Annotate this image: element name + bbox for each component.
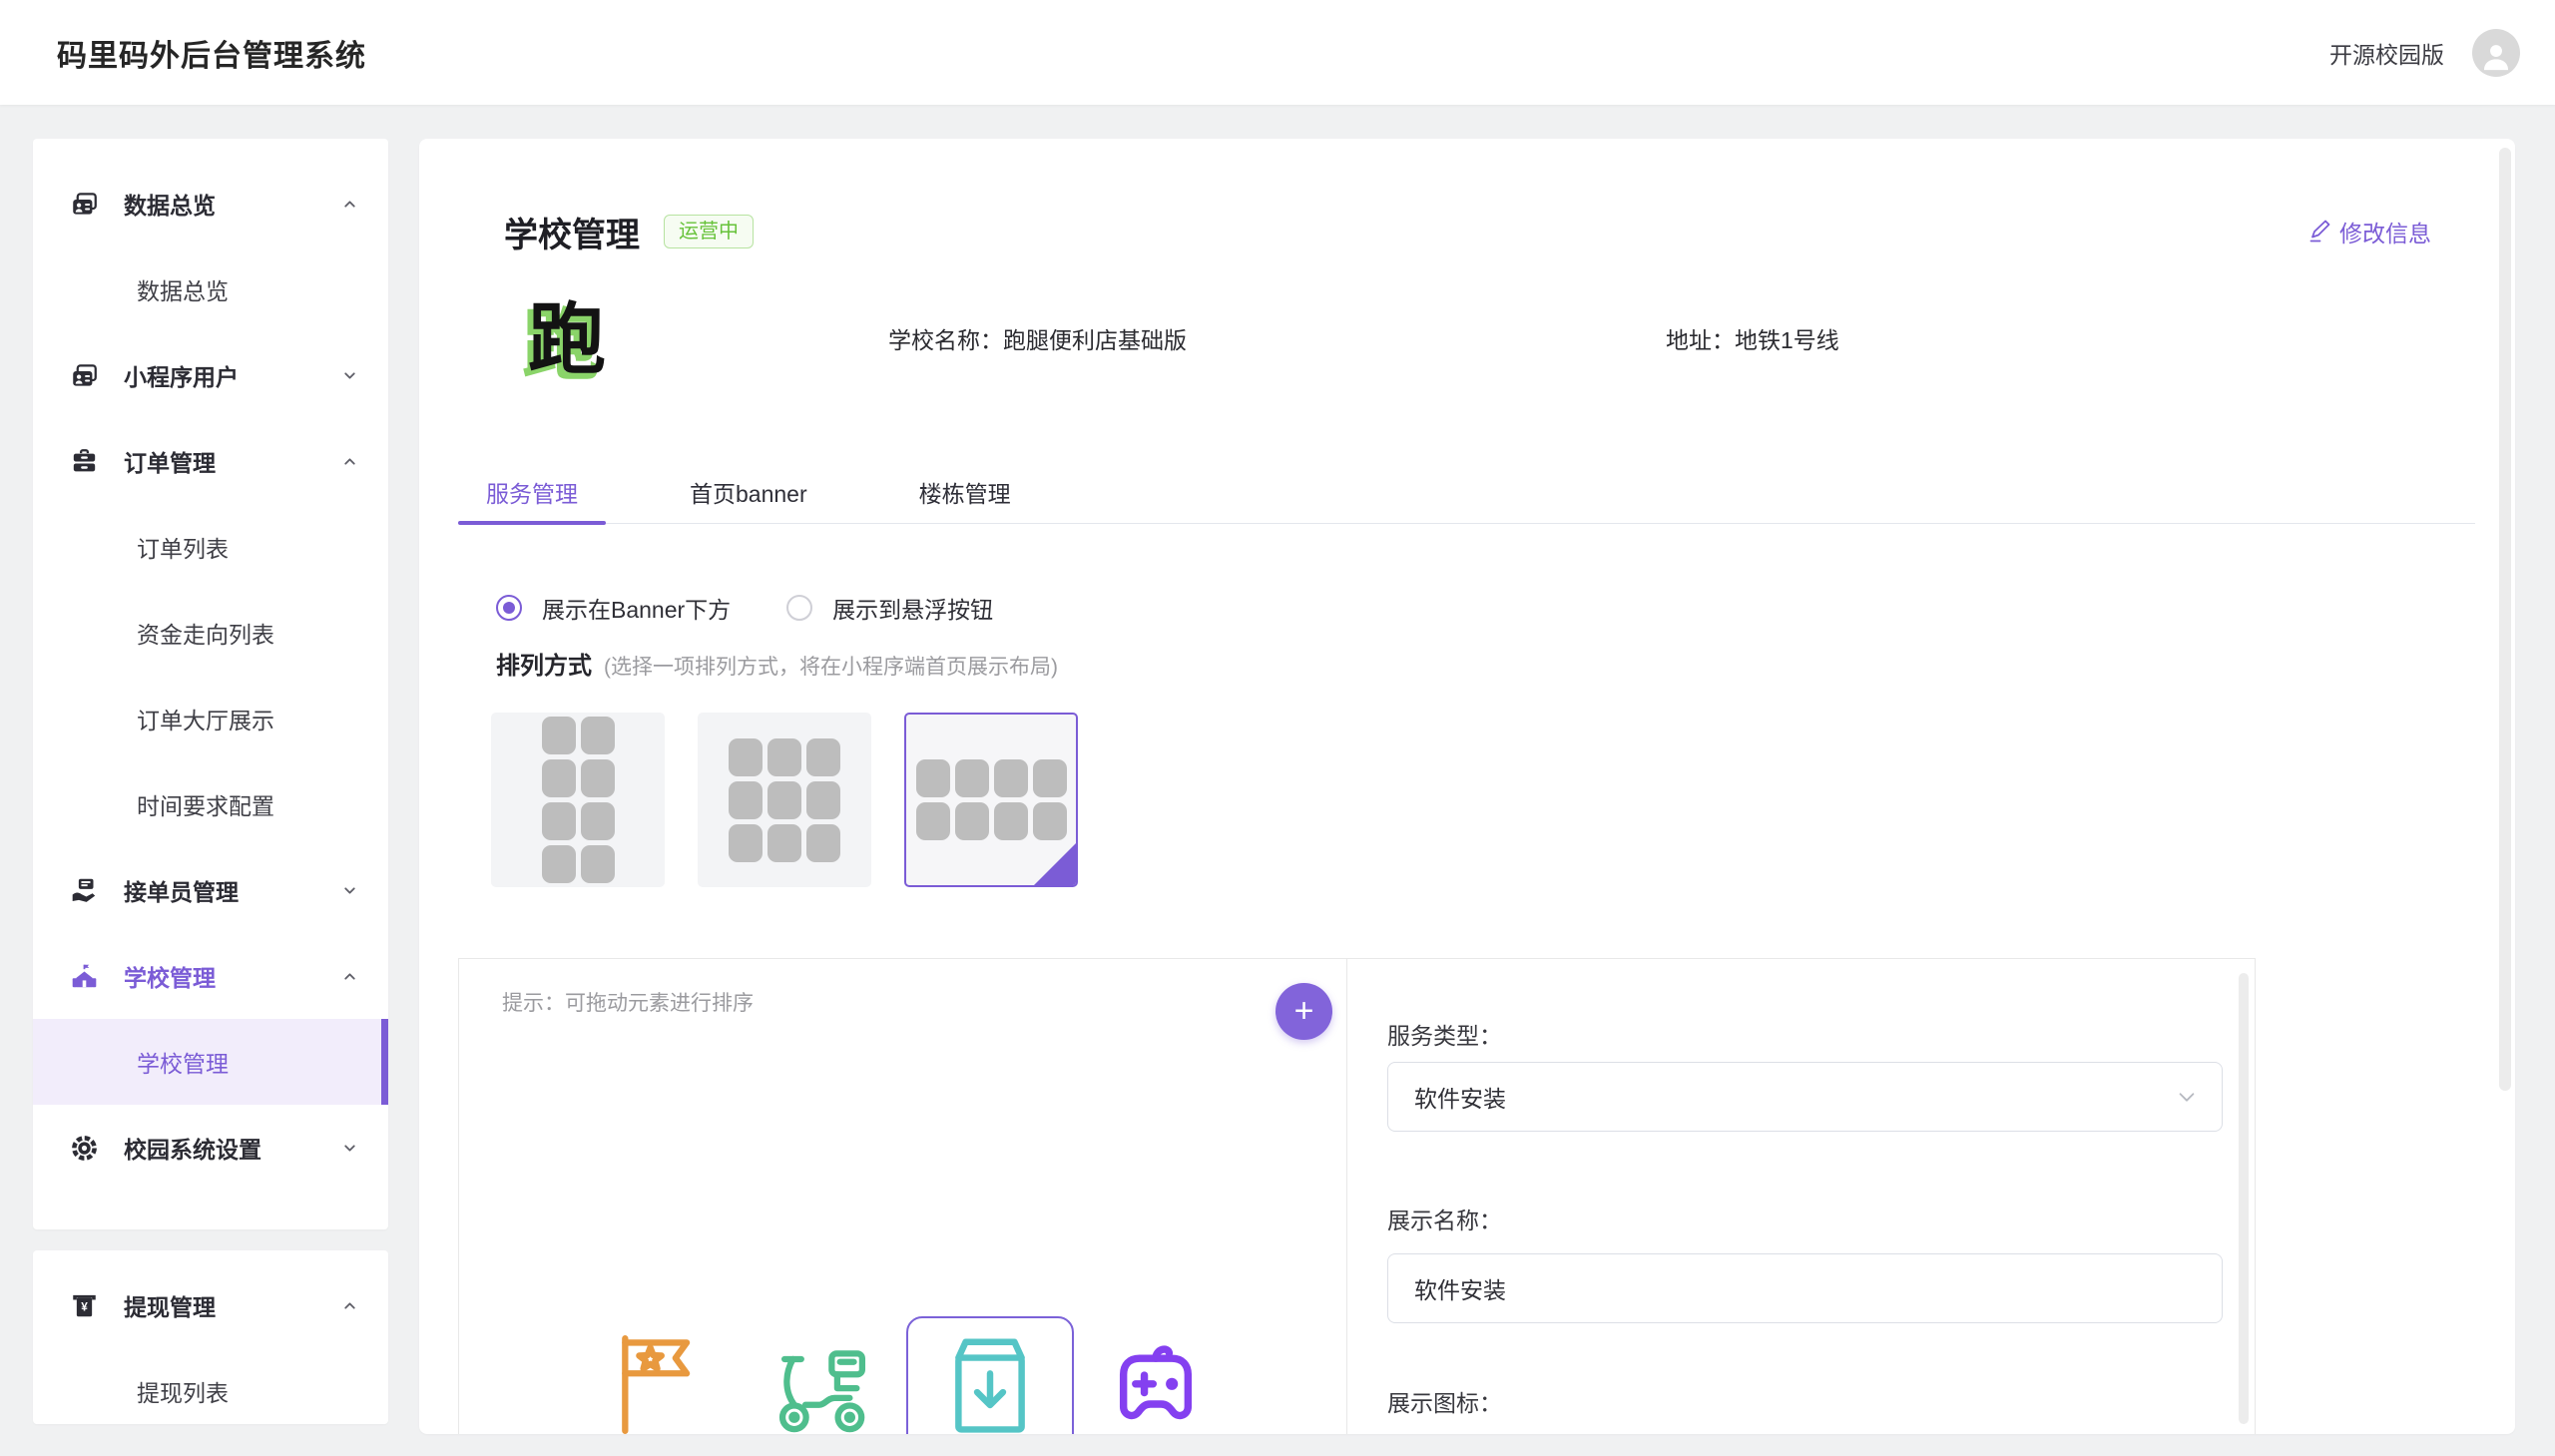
- sidebar-withdraw-card: ¥ 提现管理 提现列表: [33, 1250, 388, 1424]
- chevron-down-icon: [341, 1140, 358, 1157]
- sidebar-group-order-management[interactable]: 订单管理: [33, 418, 388, 504]
- select-chevron-down-icon: [2176, 1086, 2198, 1108]
- school-building-icon: [71, 963, 98, 990]
- service-type-label: 服务类型：: [1387, 1017, 1502, 1051]
- grid-4x2-preview: [916, 759, 1067, 840]
- service-editor-section: 提示：可拖动元素进行排序 +: [458, 958, 2256, 1434]
- tab-service-management[interactable]: 服务管理: [458, 460, 606, 523]
- sidebar-item-fund-flow-list[interactable]: 资金走向列表: [33, 590, 388, 676]
- chevron-up-icon: [341, 1297, 358, 1314]
- main-content-card: 学校管理 运营中 修改信息 跑 学校名称：跑腿便利店基础版 地址：地铁1号线 服…: [419, 139, 2515, 1434]
- chevron-down-icon: [341, 882, 358, 899]
- edit-info-link[interactable]: 修改信息: [2307, 215, 2431, 248]
- sidebar-group-withdraw-management[interactable]: ¥ 提现管理: [33, 1262, 388, 1348]
- sidebar-item-order-hall-display[interactable]: 订单大厅展示: [33, 676, 388, 761]
- drag-sort-hint: 提示：可拖动元素进行排序: [502, 987, 754, 1017]
- edition-label: 开源校园版: [2329, 36, 2444, 70]
- radio-unselected-icon: [786, 595, 812, 621]
- grid-2x4-preview: [542, 717, 615, 883]
- app-title: 码里码外后台管理系统: [57, 31, 366, 75]
- tab-home-banner[interactable]: 首页banner: [662, 460, 835, 523]
- add-service-button[interactable]: +: [1276, 983, 1332, 1040]
- service-sort-panel: 提示：可拖动元素进行排序 +: [459, 959, 1347, 1434]
- radio-selected-icon: [496, 595, 522, 621]
- school-name-text: 学校名称：跑腿便利店基础版: [888, 321, 1187, 355]
- service-type-select[interactable]: 软件安装: [1387, 1062, 2223, 1132]
- tab-building-management[interactable]: 楼栋管理: [891, 460, 1039, 523]
- layout-option-grid-4x2-selected[interactable]: [904, 713, 1078, 887]
- sidebar-group-data-overview[interactable]: 数据总览: [33, 161, 388, 246]
- sidebar-item-order-list[interactable]: 订单列表: [33, 504, 388, 590]
- chevron-down-icon: [341, 367, 358, 384]
- chevron-up-icon: [341, 196, 358, 213]
- tab-bar: 服务管理 首页banner 楼栋管理: [458, 460, 2475, 524]
- school-address-text: 地址：地铁1号线: [1666, 321, 1839, 355]
- form-scrollbar[interactable]: [2239, 973, 2249, 1424]
- page-title: 学校管理: [504, 208, 640, 256]
- withdraw-terminal-icon: ¥: [71, 1292, 98, 1319]
- user-avatar[interactable]: [2472, 29, 2520, 77]
- sidebar-item-time-requirement-config[interactable]: 时间要求配置: [33, 761, 388, 847]
- chevron-up-icon: [341, 453, 358, 470]
- id-card-icon: [71, 191, 98, 218]
- display-option-group: 展示在Banner下方 展示到悬浮按钮: [496, 582, 993, 634]
- app-header: 码里码外后台管理系统 开源校园版: [0, 0, 2555, 105]
- sidebar-item-withdraw-list[interactable]: 提现列表: [33, 1348, 388, 1424]
- pencil-icon: [2307, 220, 2331, 243]
- chevron-up-icon: [341, 968, 358, 985]
- display-icon-label: 展示图标：: [1387, 1384, 1502, 1418]
- hand-card-icon: [71, 877, 98, 904]
- sidebar-item-data-overview[interactable]: 数据总览: [33, 246, 388, 332]
- school-logo: 跑: [522, 294, 612, 384]
- id-card-icon: [71, 362, 98, 389]
- layout-option-group: [491, 713, 1078, 887]
- radio-show-under-banner[interactable]: 展示在Banner下方: [496, 591, 731, 625]
- arrange-mode-title: 排列方式: [496, 646, 592, 681]
- sidebar-group-campus-settings[interactable]: 校园系统设置: [33, 1105, 388, 1191]
- flag-star-icon[interactable]: [614, 1334, 704, 1434]
- install-box-selected-wrapper[interactable]: [906, 1316, 1074, 1434]
- game-controller-icon[interactable]: [1106, 1338, 1206, 1434]
- install-box-icon: [944, 1330, 1036, 1434]
- page-scrollbar[interactable]: [2499, 148, 2511, 1091]
- sidebar-group-miniprogram-users[interactable]: 小程序用户: [33, 332, 388, 418]
- sidebar-item-school-management[interactable]: 学校管理: [33, 1019, 388, 1105]
- status-badge: 运营中: [664, 215, 754, 248]
- gear-icon: [71, 1135, 98, 1162]
- user-avatar-icon: [2479, 39, 2513, 73]
- layout-option-grid-2x4[interactable]: [491, 713, 665, 887]
- display-name-input[interactable]: [1387, 1253, 2223, 1323]
- layout-option-grid-3x3[interactable]: [698, 713, 871, 887]
- radio-show-floating-button[interactable]: 展示到悬浮按钮: [786, 591, 993, 625]
- orders-case-icon: [71, 448, 98, 475]
- delivery-scooter-icon[interactable]: [773, 1344, 873, 1434]
- arrange-mode-hint: (选择一项排列方式，将在小程序端首页展示布局): [604, 651, 1058, 681]
- sidebar-group-school-management[interactable]: 学校管理: [33, 933, 388, 1019]
- service-detail-form: 服务类型： 软件安装 展示名称： 展示图标：: [1347, 959, 2255, 1434]
- sidebar: 数据总览 数据总览 小程序用户 订单管理 订单列表 资金走向列表 订单大厅展示 …: [33, 139, 388, 1229]
- grid-3x3-preview: [729, 738, 840, 862]
- svg-text:¥: ¥: [81, 1299, 88, 1313]
- sidebar-group-courier-management[interactable]: 接单员管理: [33, 847, 388, 933]
- display-name-label: 展示名称：: [1387, 1202, 1502, 1235]
